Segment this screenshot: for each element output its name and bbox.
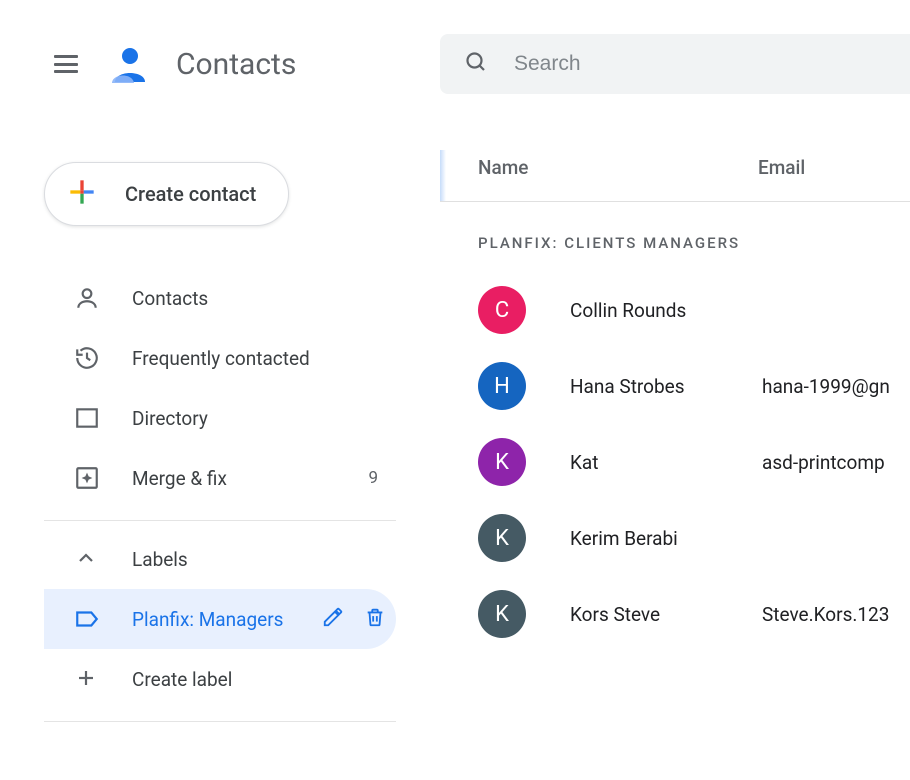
section-title: PLANFIX: CLIENTS MANAGERS [440, 202, 910, 272]
contact-name: Collin Rounds [570, 299, 762, 322]
hamburger-icon[interactable] [54, 52, 78, 76]
sidebar-item-label: Merge & fix [132, 467, 227, 490]
sidebar-item-label: Contacts [132, 287, 208, 310]
create-contact-button[interactable]: Create contact [44, 162, 289, 226]
contact-name: Kors Steve [570, 603, 762, 626]
avatar: K [478, 590, 526, 638]
avatar: K [478, 514, 526, 562]
sidebar-item-label: Frequently contacted [132, 347, 310, 370]
column-name: Name [478, 156, 758, 179]
plus-icon [74, 666, 100, 692]
search-bar[interactable] [440, 34, 910, 94]
contact-name: Kerim Berabi [570, 527, 762, 550]
sidebar: Create contact Contacts [0, 128, 440, 780]
label-icon [74, 606, 100, 632]
search-input[interactable] [514, 52, 910, 76]
divider [44, 520, 396, 521]
create-contact-label: Create contact [125, 182, 256, 206]
merge-fix-count: 9 [368, 468, 378, 488]
contact-email: asd-printcomp [762, 451, 885, 474]
building-icon [74, 405, 100, 431]
contact-email: Steve.Kors.123 [762, 603, 889, 626]
sidebar-item-label: Directory [132, 407, 208, 430]
labels-heading: Labels [132, 548, 188, 571]
create-label-text: Create label [132, 668, 232, 691]
contact-row[interactable]: K Katasd-printcomp [440, 424, 910, 500]
sidebar-item-contacts[interactable]: Contacts [44, 268, 396, 328]
sidebar-item-directory[interactable]: Directory [44, 388, 396, 448]
contact-row[interactable]: K Kors SteveSteve.Kors.123 [440, 576, 910, 652]
sidebar-label-planfix-managers[interactable]: Planfix: Managers [44, 589, 396, 649]
history-icon [74, 345, 100, 371]
plus-icon [67, 177, 97, 211]
app-title: Contacts [176, 47, 296, 82]
contact-row[interactable]: C Collin Rounds [440, 272, 910, 348]
search-icon [464, 50, 488, 78]
column-email: Email [758, 156, 805, 179]
avatar: K [478, 438, 526, 486]
chevron-up-icon [74, 546, 100, 572]
contact-row[interactable]: H Hana Strobeshana-1999@gn [440, 348, 910, 424]
create-label-button[interactable]: Create label [44, 649, 396, 709]
main-content: Name Email PLANFIX: CLIENTS MANAGERS C Co… [440, 128, 910, 780]
contact-row[interactable]: K Kerim Berabi [440, 500, 910, 576]
avatar: C [478, 286, 526, 334]
avatar: H [478, 362, 526, 410]
label-text: Planfix: Managers [132, 608, 283, 631]
contact-name: Kat [570, 451, 762, 474]
person-icon [74, 285, 100, 311]
table-header: Name Email [440, 156, 910, 202]
delete-label-button[interactable] [364, 606, 386, 633]
sidebar-labels-toggle[interactable]: Labels [44, 529, 396, 589]
divider [44, 721, 396, 722]
edit-label-button[interactable] [322, 606, 344, 633]
contact-email: hana-1999@gn [762, 375, 890, 398]
contacts-logo-icon [108, 42, 152, 86]
sparkle-box-icon [74, 465, 100, 491]
contact-name: Hana Strobes [570, 375, 762, 398]
sidebar-item-merge-fix[interactable]: Merge & fix 9 [44, 448, 396, 508]
sidebar-item-frequent[interactable]: Frequently contacted [44, 328, 396, 388]
